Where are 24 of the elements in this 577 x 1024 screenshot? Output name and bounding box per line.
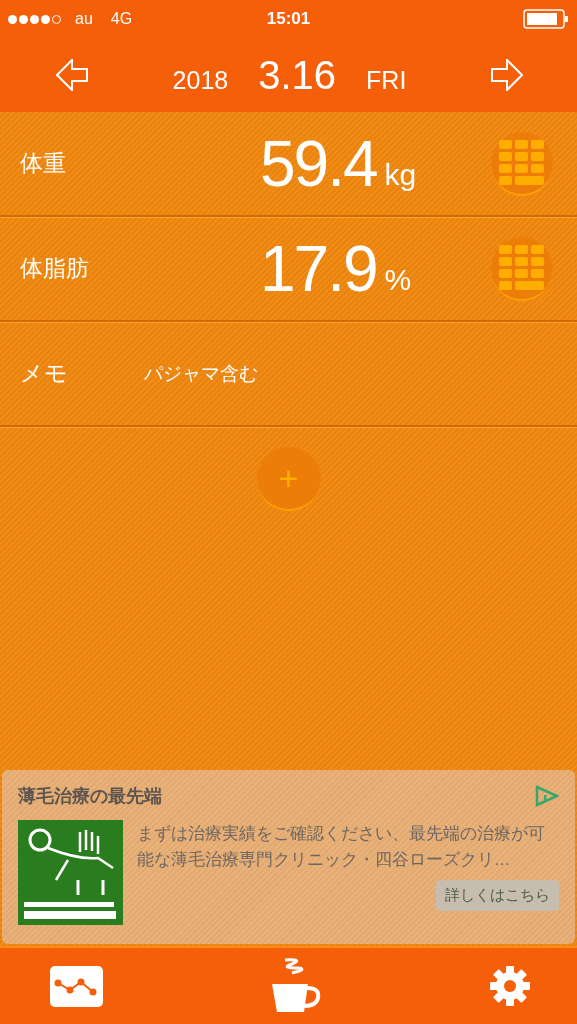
carrier-label: au <box>75 10 93 28</box>
measurement-value: 59.4 <box>260 126 377 201</box>
date-label: 3.16 <box>258 52 337 98</box>
back-arrow-icon[interactable] <box>56 59 88 91</box>
year-label: 2018 <box>172 65 229 95</box>
forward-arrow-icon[interactable] <box>491 59 523 91</box>
chart-icon[interactable] <box>50 965 103 1007</box>
coffee-cup-icon[interactable] <box>270 958 322 1014</box>
unit-label: % <box>384 262 412 297</box>
measurement-value: 17.9 <box>260 231 377 306</box>
play-icon[interactable] <box>535 785 559 807</box>
memo-text: パジャマ含む <box>144 361 258 386</box>
clock-time: 15:01 <box>266 9 311 29</box>
entry-label: 体脂肪 <box>20 254 90 283</box>
battery-icon <box>523 9 569 29</box>
entry-label: メモ <box>20 359 69 388</box>
unit-label: kg <box>384 157 417 192</box>
weekday-label: FRI <box>366 65 407 95</box>
network-label: 4G <box>110 10 133 28</box>
details-button[interactable]: 詳しくはこちら <box>436 880 559 911</box>
ad-description: まずは治療実績をご確認ください、最先端の治療が可能な薄毛治療専門クリニック・四谷ローズクリ… <box>137 823 546 870</box>
entry-label: 体重 <box>20 149 67 178</box>
settings-icon[interactable] <box>489 965 531 1007</box>
ad-title: 薄毛治療の最先端 <box>18 785 162 808</box>
